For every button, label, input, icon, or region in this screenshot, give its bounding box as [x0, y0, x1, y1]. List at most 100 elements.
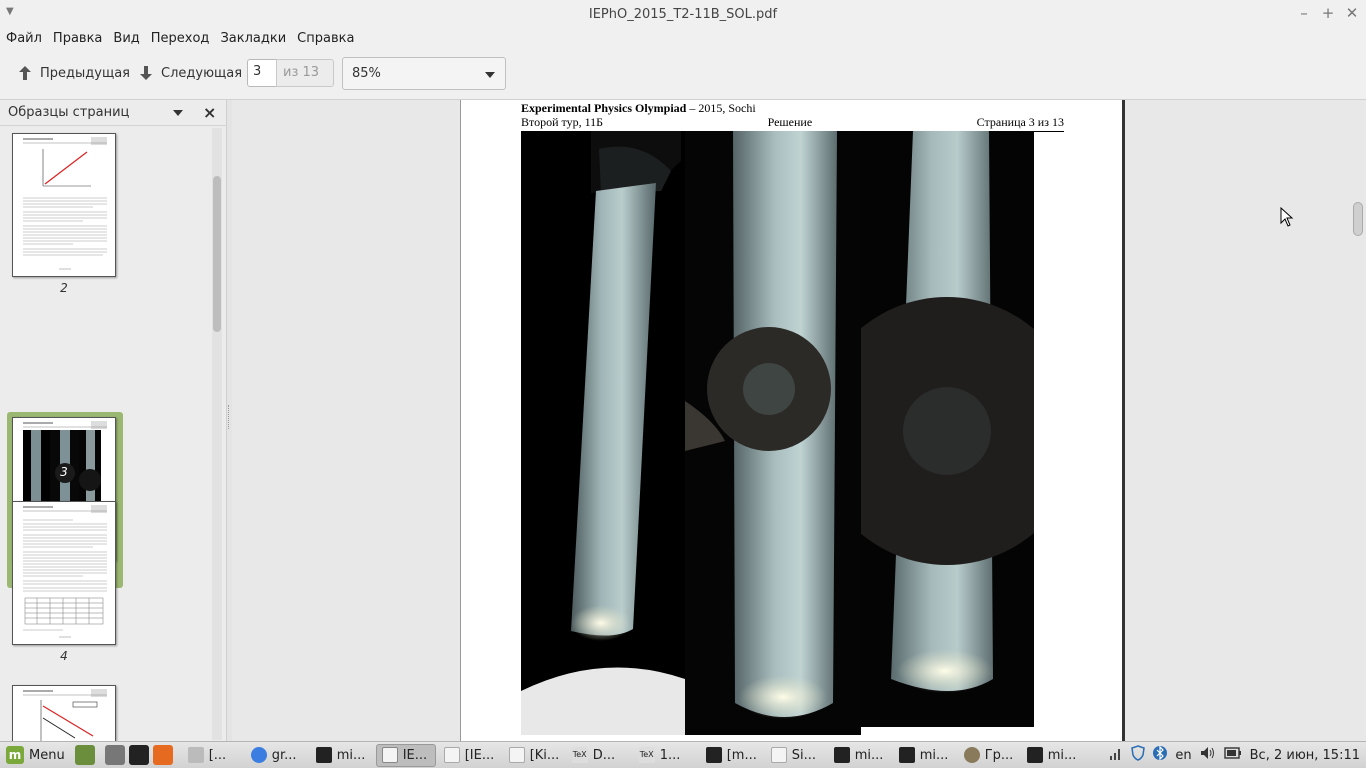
taskbar-app-document[interactable]: [Ki... — [504, 744, 564, 767]
terminal-icon — [705, 747, 722, 763]
bluetooth-icon[interactable] — [1153, 745, 1168, 765]
menu-go[interactable]: Переход — [151, 31, 210, 46]
clock[interactable]: Вс, 2 июн, 15:11 — [1250, 748, 1360, 763]
chrome-icon — [250, 747, 267, 763]
sidebar-dropdown-icon[interactable] — [173, 110, 183, 116]
taskbar-app-terminal[interactable]: mi... — [1022, 744, 1080, 767]
taskbar-app-label: IE... — [402, 747, 428, 763]
taskbar-app-label: mi... — [854, 747, 884, 763]
network-icon[interactable] — [1109, 746, 1123, 764]
thumbnails-sidebar: Образцы страниц × 2 3 4 — [0, 100, 227, 741]
maximize-icon[interactable]: + — [1318, 4, 1338, 22]
taskbar-app-document[interactable]: Si... — [766, 744, 826, 767]
sidebar-scrollbar-thumb[interactable] — [213, 176, 221, 332]
arrow-down-icon — [139, 65, 153, 81]
menu-file[interactable]: Файл — [6, 31, 42, 46]
header-left: Второй тур, 11Б — [521, 115, 604, 129]
terminal-icon — [315, 747, 332, 763]
taskbar-app-label: mi... — [336, 747, 366, 763]
taskbar-app-chrome[interactable]: gr... — [246, 744, 308, 767]
arrow-up-icon — [18, 65, 32, 81]
taskbar-app-label: gr... — [271, 747, 297, 763]
show-desktop-icon[interactable] — [74, 745, 95, 765]
previous-page-label: Предыдущая — [40, 65, 130, 81]
taskbar-app-label: 1... — [659, 747, 681, 763]
volume-icon[interactable] — [1200, 746, 1216, 764]
keyboard-layout[interactable]: en — [1175, 748, 1191, 763]
thumbnail-page-4[interactable] — [12, 501, 116, 645]
taskbar-app-terminal[interactable]: mi... — [311, 744, 373, 767]
terminal-icon — [1026, 747, 1043, 763]
taskbar-app-terminal[interactable]: mi... — [894, 744, 956, 767]
taskbar-app-label: mi... — [1047, 747, 1077, 763]
chevron-down-icon — [485, 72, 495, 78]
menu-view[interactable]: Вид — [113, 31, 139, 46]
firefox-launcher-icon[interactable] — [152, 745, 173, 765]
taskbar-app-label: [m... — [726, 747, 757, 763]
sidebar-close-icon[interactable]: × — [203, 103, 216, 122]
files-launcher-icon[interactable] — [104, 745, 125, 765]
terminal-icon — [833, 747, 850, 763]
header-rest: – 2015, Sochi — [686, 101, 756, 115]
taskbar-app-pdf[interactable]: IE... — [375, 743, 436, 767]
document-icon — [443, 747, 460, 763]
battery-icon[interactable] — [1223, 747, 1242, 763]
document-icon — [770, 747, 787, 763]
thumbnail-page-2[interactable] — [12, 133, 116, 277]
menu-bookmarks[interactable]: Закладки — [220, 31, 286, 46]
taskbar-app-label: [... — [208, 747, 227, 763]
title-bar: ▼ IEPhO_2015_T2-11B_SOL.pdf – + ✕ — [0, 0, 1366, 28]
zoom-select[interactable]: 85% — [342, 57, 506, 90]
taskbar-app-label: [IE... — [464, 747, 495, 763]
next-page-label: Следующая — [161, 65, 243, 81]
start-menu-button[interactable]: m Menu — [6, 746, 65, 764]
thumbnail-page-5[interactable] — [12, 685, 116, 741]
taskbar-app-terminal[interactable]: mi... — [829, 744, 891, 767]
pdf-icon — [381, 747, 398, 763]
menu-bar: Файл Правка Вид Переход Закладки Справка — [0, 28, 1366, 48]
next-page-button[interactable]: Следующая — [139, 62, 242, 84]
taskbar-app-gimp[interactable]: Гр... — [959, 744, 1019, 767]
page-number-input[interactable]: 3 — [247, 59, 277, 87]
thumbnail-label: 4 — [60, 649, 68, 663]
header-right: Страница 3 из 13 — [976, 115, 1064, 129]
page-header-title: Experimental Physics Olympiad – 2015, So… — [521, 101, 756, 116]
minimize-icon[interactable]: – — [1294, 4, 1314, 22]
terminal-launcher-icon[interactable] — [128, 745, 149, 765]
close-icon[interactable]: ✕ — [1342, 4, 1362, 22]
taskbar-app-label: mi... — [919, 747, 949, 763]
shield-icon[interactable] — [1131, 745, 1146, 765]
sidebar-title: Образцы страниц — [8, 105, 130, 120]
pdf-page: Experimental Physics Olympiad – 2015, So… — [460, 100, 1125, 741]
document-view[interactable]: Experimental Physics Olympiad – 2015, So… — [232, 100, 1366, 741]
toolbar: Предыдущая Следующая — [0, 48, 1366, 100]
taskbar-app-tex[interactable]: TeX 1... — [634, 744, 698, 767]
previous-page-button[interactable]: Предыдущая — [18, 62, 130, 84]
page-total: из 13 — [276, 59, 334, 87]
taskbar-app-files[interactable]: [... — [183, 744, 243, 767]
taskbar-app-label: D... — [592, 747, 616, 763]
taskbar-app-label: [Ki... — [529, 747, 560, 763]
tex-icon: TeX — [638, 747, 655, 763]
header-bold: Experimental Physics Olympiad — [521, 101, 687, 115]
terminal-icon — [898, 747, 915, 763]
document-scrollbar-thumb[interactable] — [1353, 202, 1363, 236]
taskbar-app-label: Si... — [791, 747, 816, 763]
thumbnail-label: 3 — [60, 465, 68, 479]
taskbar-app-terminal[interactable]: [m... — [701, 744, 763, 767]
taskbar-app-label: Гр... — [984, 747, 1014, 763]
taskbar: m Menu [... gr... mi... IE... [IE... [Ki… — [0, 741, 1366, 768]
menu-edit[interactable]: Правка — [53, 31, 102, 46]
header-center: Решение — [767, 115, 813, 129]
photo-test-tube-1 — [521, 131, 685, 735]
window-menu-icon[interactable]: ▼ — [6, 6, 14, 17]
menu-help[interactable]: Справка — [297, 31, 354, 46]
photo-test-tube-3 — [861, 131, 1034, 727]
taskbar-app-document[interactable]: [IE... — [439, 744, 501, 767]
file-manager-icon — [187, 747, 204, 763]
system-tray: en Вс, 2 июн, 15:11 — [1101, 745, 1360, 765]
mouse-cursor-icon — [1280, 207, 1294, 227]
sidebar-header: Образцы страниц × — [0, 100, 227, 126]
taskbar-app-tex[interactable]: TeX D... — [567, 744, 631, 767]
mint-logo-icon: m — [6, 746, 24, 764]
